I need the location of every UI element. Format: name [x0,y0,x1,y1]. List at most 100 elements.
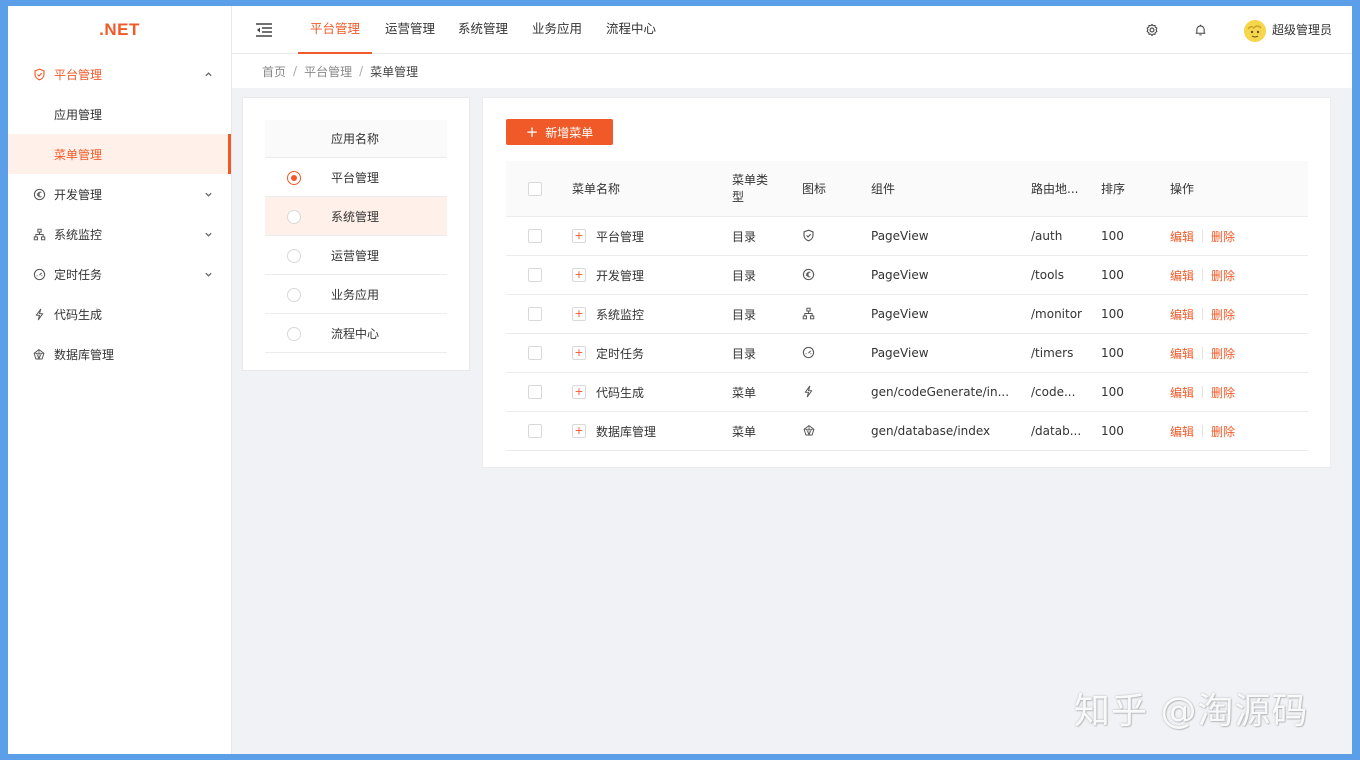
breadcrumb-platform[interactable]: 平台管理 [304,63,352,80]
row-select-cell [528,412,542,450]
sidebar-item-label: 开发管理 [54,187,103,202]
select-all-checkbox[interactable] [528,181,542,196]
sidebar-item-timers[interactable]: 定时任务 [8,254,231,294]
app-window: .NET 平台管理 应用管理 菜单管理 开发管理 系统监控 定时任务 代码生成 … [8,6,1352,754]
icon-cell [802,412,816,450]
app-list-item[interactable]: 流程中心 [265,314,447,353]
menu-type: 目录 [732,307,757,322]
breadcrumb-separator: / [293,64,298,78]
sidebar-item-database[interactable]: 数据库管理 [8,334,231,374]
sidebar-item-development[interactable]: 开发管理 [8,174,231,214]
username[interactable]: 超级管理员 [1272,6,1332,54]
sidebar-item-menu-management[interactable]: 菜单管理 [8,134,231,174]
avatar[interactable] [1244,20,1266,42]
delete-link[interactable]: 删除 [1211,228,1235,245]
menu-type: 菜单 [732,385,757,400]
breadcrumb-home[interactable]: 首页 [262,63,286,80]
table-row: + 代码生成 菜单 gen/codeGenerate/in... /code... 100… [506,373,1308,412]
app-list-item[interactable]: 系统管理 [265,197,447,236]
column-header-name: 菜单名称 [572,182,621,196]
menu-table-panel: + 新增菜单 菜单名称 菜单类型 图标 组件 路由地... 排序 操作 + 平台管… [482,97,1331,468]
radio-button[interactable] [287,171,301,185]
expand-icon[interactable]: + [572,307,586,321]
delete-link[interactable]: 删除 [1211,306,1235,323]
expand-icon[interactable]: + [572,346,586,360]
menu-name: 系统监控 [596,307,645,322]
actions-cell: 编辑 删除 [1170,295,1235,333]
expand-icon[interactable]: + [572,385,586,399]
menu-table: 菜单名称 菜单类型 图标 组件 路由地... 排序 操作 + 平台管理 目录 Page… [506,161,1308,451]
app-list-header: 应用名称 [265,120,447,158]
row-checkbox[interactable] [528,385,542,399]
delete-link[interactable]: 删除 [1211,384,1235,401]
gear-icon[interactable] [1142,20,1162,40]
table-row: + 系统监控 目录 PageView/monitor 100 编辑 删除 [506,295,1308,334]
tab-platform[interactable]: 平台管理 [298,6,372,54]
chevron-down-icon [201,187,215,201]
app-list-item[interactable]: 平台管理 [265,158,447,197]
plus-icon: + [525,122,539,141]
tab-business[interactable]: 业务应用 [524,6,590,54]
app-list-item-label: 流程中心 [331,326,380,341]
expand-icon[interactable]: + [572,268,586,282]
icon-cell [802,334,816,372]
sidebar-item-label: 平台管理 [54,67,103,82]
tab-system[interactable]: 系统管理 [450,6,516,54]
row-select-cell [528,334,542,372]
select-all-cell [528,161,542,216]
sidebar-item-label: 代码生成 [54,307,103,322]
cluster-icon [32,227,46,241]
edit-link[interactable]: 编辑 [1170,267,1194,284]
sidebar-item-platform[interactable]: 平台管理 [8,54,231,94]
sort: 100 [1101,268,1124,282]
row-checkbox[interactable] [528,346,542,360]
app-list-item[interactable]: 业务应用 [265,275,447,314]
edit-link[interactable]: 编辑 [1170,423,1194,440]
sidebar-item-codegen[interactable]: 代码生成 [8,294,231,334]
icon-cell [802,373,816,411]
tab-operations[interactable]: 运营管理 [376,6,444,54]
delete-link[interactable]: 删除 [1211,345,1235,362]
actions-cell: 编辑 删除 [1170,373,1235,411]
app-list-table: 应用名称 平台管理 系统管理 运营管理 业务应用 流程中心 [265,120,447,353]
database-icon [802,424,816,438]
delete-link[interactable]: 删除 [1211,267,1235,284]
edit-link[interactable]: 编辑 [1170,228,1194,245]
app-list-item[interactable]: 运营管理 [265,236,447,275]
chevron-down-icon [201,227,215,241]
edit-link[interactable]: 编辑 [1170,306,1194,323]
app-list-panel: 应用名称 平台管理 系统管理 运营管理 业务应用 流程中心 [242,97,470,371]
radio-button[interactable] [287,288,301,302]
tab-workflow[interactable]: 流程中心 [598,6,664,54]
sort: 100 [1101,346,1124,360]
expand-icon[interactable]: + [572,229,586,243]
row-checkbox[interactable] [528,424,542,438]
sidebar-item-monitor[interactable]: 系统监控 [8,214,231,254]
radio-button[interactable] [287,210,301,224]
expand-icon[interactable]: + [572,424,586,438]
thunderbolt-icon [802,385,816,399]
route: /code... [1031,385,1076,399]
column-header-icon: 图标 [802,182,827,196]
menu-fold-icon[interactable] [254,20,274,40]
row-checkbox[interactable] [528,307,542,321]
row-checkbox[interactable] [528,268,542,282]
add-menu-label: 新增菜单 [545,125,594,140]
delete-link[interactable]: 删除 [1211,423,1235,440]
breadcrumb-current: 菜单管理 [370,64,419,79]
edit-link[interactable]: 编辑 [1170,384,1194,401]
radio-button[interactable] [287,327,301,341]
route: /tools [1031,268,1065,282]
dashboard-icon [802,346,816,360]
edit-link[interactable]: 编辑 [1170,345,1194,362]
bell-icon[interactable] [1190,20,1210,40]
sidebar-item-app-management[interactable]: 应用管理 [8,94,231,134]
row-checkbox[interactable] [528,229,542,243]
radio-button[interactable] [287,249,301,263]
add-menu-button[interactable]: + 新增菜单 [506,119,613,145]
chevron-up-icon [201,67,215,81]
cluster-icon [802,307,816,321]
table-row: + 开发管理 目录 PageView/tools 100 编辑 删除 [506,256,1308,295]
actions-cell: 编辑 删除 [1170,217,1235,255]
menu-name: 开发管理 [596,268,645,283]
